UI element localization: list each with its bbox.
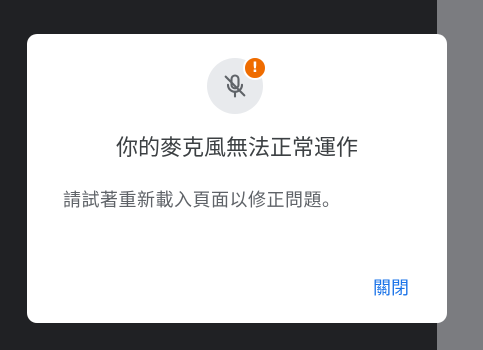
page-backdrop: ! 你的麥克風無法正常運作 請試著重新載入頁面以修正問題。 關閉 (0, 0, 483, 350)
mic-error-dialog: ! 你的麥克風無法正常運作 請試著重新載入頁面以修正問題。 關閉 (27, 34, 447, 323)
microphone-off-glyph (224, 74, 246, 98)
close-button[interactable]: 關閉 (373, 272, 409, 302)
dialog-title: 你的麥克風無法正常運作 (115, 136, 358, 161)
dialog-message: 請試著重新載入頁面以修正問題。 (63, 190, 341, 211)
mic-status-graphic: ! (207, 56, 267, 114)
alert-icon: ! (243, 56, 267, 80)
